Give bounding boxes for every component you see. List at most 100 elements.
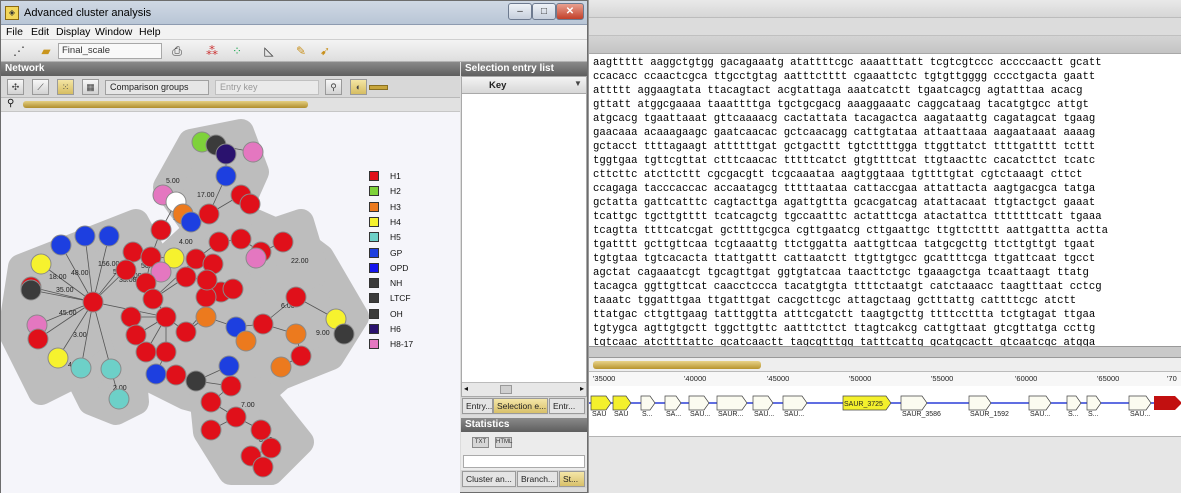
isolate-node[interactable] — [270, 356, 292, 378]
gene-arrow[interactable] — [640, 395, 656, 411]
isolate-node[interactable] — [165, 364, 187, 386]
isolate-node[interactable] — [175, 266, 197, 288]
tab-selection-entry[interactable]: Selection e... — [493, 398, 548, 414]
comparison-groups-select[interactable]: Comparison groups — [105, 80, 209, 95]
selection-column-header[interactable]: Key ▼ — [462, 77, 586, 94]
close-button[interactable]: ✕ — [556, 3, 584, 20]
layout-grid-icon[interactable]: ▦ — [82, 79, 99, 95]
gene-arrow[interactable] — [1128, 395, 1152, 411]
isolate-node[interactable] — [100, 358, 122, 380]
menu-display[interactable]: Display — [56, 26, 90, 38]
isolate-node[interactable] — [215, 165, 237, 187]
isolate-node[interactable] — [200, 391, 222, 413]
cluster-colors-icon[interactable]: ⁘ — [227, 43, 247, 59]
isolate-node[interactable] — [245, 247, 267, 269]
isolate-node[interactable] — [155, 306, 177, 328]
selection-hscrollbar[interactable]: ◂ ▸ — [462, 382, 586, 396]
isolate-node[interactable] — [218, 355, 240, 377]
gene-arrow[interactable] — [688, 395, 710, 411]
export-icon[interactable]: ⎙ — [167, 43, 187, 59]
isolate-node[interactable] — [82, 291, 104, 313]
selection-entry-list[interactable]: Key ▼ ◂ ▸ — [461, 76, 587, 397]
sequence-text-pane[interactable]: aagttttt aaggctgtgg gacagaaatg atattttcg… — [589, 54, 1181, 346]
isolate-node[interactable] — [47, 347, 69, 369]
pointer-tool-icon[interactable]: ➹ — [315, 43, 335, 59]
isolate-node[interactable] — [200, 419, 222, 441]
highlight-icon[interactable]: ◐ — [350, 79, 367, 95]
maximize-button[interactable]: □ — [532, 3, 556, 20]
network-canvas[interactable]: 5.0017.001.004.0058.0050.00156.0053.0033… — [1, 112, 460, 493]
network-zoom-slider[interactable] — [23, 101, 308, 108]
gene-arrow[interactable] — [664, 395, 682, 411]
dropdown-arrow-icon[interactable]: ▼ — [572, 79, 584, 91]
gene-arrow[interactable] — [612, 395, 632, 411]
isolate-node[interactable] — [230, 228, 252, 250]
export-html-button[interactable]: HTML — [495, 437, 512, 448]
isolate-node[interactable] — [250, 419, 272, 441]
isolate-node[interactable] — [195, 306, 217, 328]
isolate-node[interactable] — [115, 259, 137, 281]
gene-arrow[interactable] — [968, 395, 992, 411]
menu-help[interactable]: Help — [139, 26, 161, 38]
menu-window[interactable]: Window — [95, 26, 132, 38]
tab-entry[interactable]: Entry... — [462, 398, 493, 414]
chart-icon[interactable]: ◺ — [259, 43, 279, 59]
isolate-node[interactable] — [70, 357, 92, 379]
isolate-node[interactable] — [108, 388, 130, 410]
gene-arrow[interactable] — [752, 395, 774, 411]
tab-statistics[interactable]: St... — [559, 471, 585, 487]
scroll-right-icon[interactable]: ▸ — [580, 384, 584, 393]
statistics-scrollbar[interactable] — [463, 455, 585, 468]
gene-arrow[interactable] — [1028, 395, 1052, 411]
gene-arrow[interactable] — [782, 395, 808, 411]
isolate-node[interactable] — [198, 203, 220, 225]
isolate-node[interactable] — [150, 219, 172, 241]
isolate-node[interactable] — [222, 278, 244, 300]
tab-branch[interactable]: Branch... — [517, 471, 558, 487]
isolate-node[interactable] — [225, 406, 247, 428]
wand-icon[interactable]: ✎ — [291, 43, 311, 59]
isolate-node[interactable] — [252, 313, 274, 335]
isolate-node[interactable] — [285, 286, 307, 308]
isolate-node[interactable] — [74, 225, 96, 247]
gene-arrow[interactable] — [900, 395, 928, 411]
isolate-node[interactable] — [155, 341, 177, 363]
isolate-node[interactable] — [20, 279, 42, 301]
isolate-node[interactable] — [242, 141, 264, 163]
isolate-node[interactable] — [135, 341, 157, 363]
isolate-node[interactable] — [290, 345, 312, 367]
cluster-tree-icon[interactable]: ⁂ — [202, 43, 222, 59]
isolate-node[interactable] — [98, 225, 120, 247]
isolate-node[interactable] — [120, 306, 142, 328]
isolate-node[interactable] — [27, 328, 49, 350]
zoom-icon[interactable]: ⚲ — [325, 79, 342, 95]
isolate-node[interactable] — [145, 363, 167, 385]
menu-edit[interactable]: Edit — [31, 26, 49, 38]
entry-key-field[interactable]: Entry key — [215, 80, 319, 95]
selection-scroll-thumb[interactable] — [500, 385, 512, 394]
isolate-node[interactable] — [239, 193, 261, 215]
network-layout-icon[interactable]: ⋰ — [9, 43, 29, 59]
search-icon[interactable]: ⚲ — [7, 98, 14, 109]
isolate-node[interactable] — [30, 253, 52, 275]
isolate-node[interactable] — [235, 330, 257, 352]
isolate-node[interactable] — [252, 456, 274, 478]
isolate-node[interactable] — [122, 241, 144, 263]
gene-arrow-selected[interactable] — [1154, 396, 1181, 410]
scroll-left-icon[interactable]: ◂ — [464, 384, 468, 393]
isolate-node[interactable] — [285, 323, 307, 345]
open-folder-icon[interactable]: ▰ — [36, 43, 56, 59]
minimize-button[interactable]: – — [508, 3, 532, 20]
gene-arrow[interactable] — [1066, 395, 1082, 411]
isolate-node[interactable] — [175, 321, 197, 343]
layout-spread-icon[interactable]: ✣ — [7, 79, 24, 95]
map-scrollbar-thumb[interactable] — [593, 361, 761, 369]
isolate-node[interactable] — [142, 288, 164, 310]
gene-arrow[interactable] — [1086, 395, 1102, 411]
map-scrollbar[interactable] — [589, 358, 1181, 372]
menu-file[interactable]: File — [6, 26, 23, 38]
isolate-node[interactable] — [50, 234, 72, 256]
isolate-node[interactable] — [260, 437, 282, 459]
isolate-node[interactable] — [180, 211, 202, 233]
tab-cluster-analysis[interactable]: Cluster an... — [462, 471, 516, 487]
